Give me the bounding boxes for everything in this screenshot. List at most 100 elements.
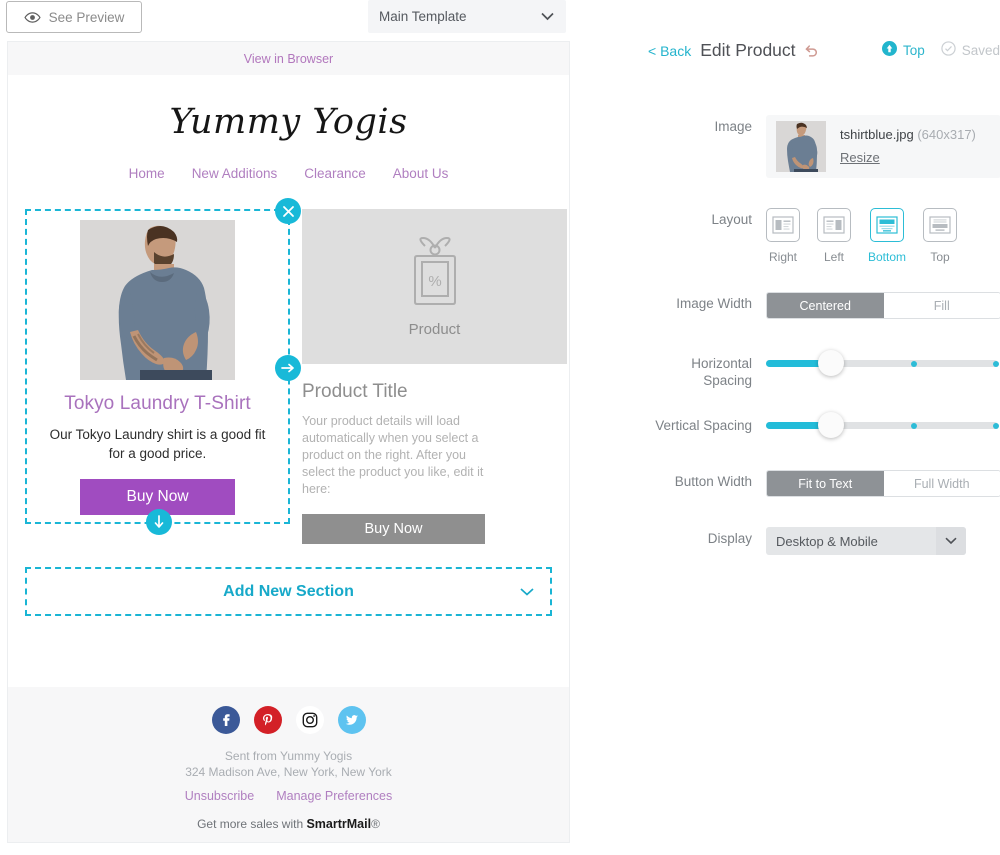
product-placeholder-description: Your product details will load automatic… xyxy=(302,414,484,496)
image-dimensions: (640x317) xyxy=(917,126,976,142)
slider-tick xyxy=(992,422,999,429)
panel-actions: Top Saved xyxy=(881,40,1000,61)
template-select-value: Main Template xyxy=(379,9,467,24)
layout-option-bottom[interactable]: Bottom xyxy=(868,208,906,264)
image-row-label: Image xyxy=(714,119,752,134)
email-footer: Sent from Yummy Yogis 324 Madison Ave, N… xyxy=(8,687,569,842)
layout-option-left[interactable]: Left xyxy=(817,208,851,264)
arrow-down-icon[interactable] xyxy=(146,509,172,535)
layout-option-top[interactable]: Top xyxy=(923,208,958,264)
add-new-section-button[interactable]: Add New Section xyxy=(25,567,552,616)
row-horizontal-spacing: Horizontal Spacing xyxy=(648,350,999,389)
price-tag-percent-icon: % xyxy=(403,236,467,313)
layout-bottom-label: Bottom xyxy=(868,250,907,264)
vertical-spacing-slider[interactable] xyxy=(766,412,999,438)
button-width-row-label: Button Width xyxy=(674,474,752,489)
image-filename: tshirtblue.jpg (640x317) xyxy=(840,127,976,142)
horizontal-spacing-row-label: Horizontal Spacing xyxy=(648,352,766,389)
nav-item-new-additions[interactable]: New Additions xyxy=(192,166,278,181)
nav-item-clearance[interactable]: Clearance xyxy=(304,166,366,181)
image-width-option-centered[interactable]: Centered xyxy=(767,293,884,318)
product-card-placeholder[interactable]: % Product Product Title Your product det… xyxy=(302,209,567,544)
close-icon[interactable] xyxy=(275,198,301,224)
canvas-toolbar: See Preview Main Template xyxy=(0,0,578,34)
slider-thumb[interactable] xyxy=(817,350,844,376)
row-image: Image tshirtblue.jpg (640x317) Resize xyxy=(648,115,1000,178)
layout-option-right[interactable]: Right xyxy=(766,208,800,264)
product-photo xyxy=(80,220,235,380)
image-width-option-fill[interactable]: Fill xyxy=(883,293,1000,318)
row-display: Display Desktop & Mobile xyxy=(648,527,966,555)
slider-thumb[interactable] xyxy=(817,412,844,438)
layout-right-label: Right xyxy=(768,250,797,264)
edit-product-panel: < Back Edit Product Top Saved Image tshi… xyxy=(620,0,1000,855)
product-card-selected[interactable]: Tokyo Laundry T-Shirt Our Tokyo Laundry … xyxy=(25,198,301,535)
image-file-card[interactable]: tshirtblue.jpg (640x317) Resize xyxy=(766,115,1000,178)
nav-item-about-us[interactable]: About Us xyxy=(393,166,449,181)
see-preview-button[interactable]: See Preview xyxy=(6,1,142,33)
smartrmail-email-editor: See Preview Main Template View in Browse… xyxy=(0,0,1000,855)
button-width-option-fit-to-text[interactable]: Fit to Text xyxy=(767,471,884,496)
back-button[interactable]: < Back xyxy=(648,43,691,59)
manage-preferences-link[interactable]: Manage Preferences xyxy=(276,789,392,803)
email-brand-logo: Yummy Yogis xyxy=(169,102,408,142)
layout-right-icon xyxy=(766,208,800,242)
horizontal-spacing-label-line2: Spacing xyxy=(703,373,752,388)
chevron-down-icon xyxy=(936,527,966,555)
editor-canvas-pane: See Preview Main Template View in Browse… xyxy=(0,0,578,855)
footer-address: Sent from Yummy Yogis 324 Madison Ave, N… xyxy=(8,748,569,780)
facebook-icon[interactable] xyxy=(211,706,240,734)
arrow-right-icon[interactable] xyxy=(275,355,301,381)
image-metadata: tshirtblue.jpg (640x317) Resize xyxy=(840,127,976,167)
footer-sent-from: Sent from Yummy Yogis xyxy=(224,749,353,763)
chevron-down-icon xyxy=(541,12,566,21)
product-placeholder-image: % Product xyxy=(302,209,567,364)
twitter-icon[interactable] xyxy=(337,706,366,734)
saved-status: Saved xyxy=(941,40,1000,61)
layout-bottom-icon xyxy=(870,208,904,242)
page-title: Edit Product xyxy=(700,40,796,60)
button-width-option-full-width[interactable]: Full Width xyxy=(883,471,1000,496)
layout-top-label: Top xyxy=(930,250,950,264)
button-width-segmented-control: Fit to Text Full Width xyxy=(766,470,1000,497)
display-select-value: Desktop & Mobile xyxy=(776,533,878,549)
scroll-to-top-button[interactable]: Top xyxy=(881,40,925,61)
footer-branding: Get more sales with SmartrMail® xyxy=(8,817,569,831)
arrow-up-circle-icon xyxy=(881,40,897,61)
horizontal-spacing-label-line1: Horizontal xyxy=(691,356,752,371)
layout-left-icon xyxy=(817,208,851,242)
nav-item-home[interactable]: Home xyxy=(129,166,165,181)
row-button-width: Button Width Fit to Text Full Width xyxy=(648,470,1000,497)
layout-top-icon xyxy=(923,208,958,242)
instagram-icon[interactable] xyxy=(295,706,324,734)
image-width-row-label: Image Width xyxy=(676,296,752,311)
layout-row-label: Layout xyxy=(711,212,752,227)
view-in-browser-link[interactable]: View in Browser xyxy=(8,42,569,75)
resize-link[interactable]: Resize xyxy=(840,150,880,165)
panel-header: < Back Edit Product Top Saved xyxy=(648,40,1000,61)
layout-left-label: Left xyxy=(823,250,844,264)
image-filename-text: tshirtblue.jpg xyxy=(840,126,914,142)
image-width-segmented-control: Centered Fill xyxy=(766,292,1000,319)
product-title: Tokyo Laundry T-Shirt xyxy=(64,393,251,414)
footer-branding-suffix: ® xyxy=(371,817,380,831)
row-image-width: Image Width Centered Fill xyxy=(648,292,1000,319)
slider-tick xyxy=(992,360,999,367)
footer-branding-prefix: Get more sales with xyxy=(197,817,307,831)
unsubscribe-link[interactable]: Unsubscribe xyxy=(185,789,254,803)
horizontal-spacing-slider[interactable] xyxy=(766,350,999,376)
smartrmail-logo: SmartrMail xyxy=(306,817,372,831)
display-select[interactable]: Desktop & Mobile xyxy=(766,527,966,555)
footer-links: Unsubscribe Manage Preferences xyxy=(8,789,569,803)
placeholder-buy-now-button[interactable]: Buy Now xyxy=(302,514,485,544)
svg-text:%: % xyxy=(428,273,441,290)
email-preview: View in Browser Yummy Yogis Home New Add… xyxy=(7,41,570,843)
layout-options: Right Left Bottom Top xyxy=(766,208,958,264)
pinterest-icon[interactable] xyxy=(253,706,282,734)
template-select[interactable]: Main Template xyxy=(368,0,566,33)
saved-label: Saved xyxy=(961,43,1000,58)
display-row-label: Display xyxy=(707,531,752,546)
row-layout: Layout Right Left Bottom Top xyxy=(648,208,958,264)
undo-icon[interactable] xyxy=(804,43,819,58)
eye-icon xyxy=(23,9,41,26)
